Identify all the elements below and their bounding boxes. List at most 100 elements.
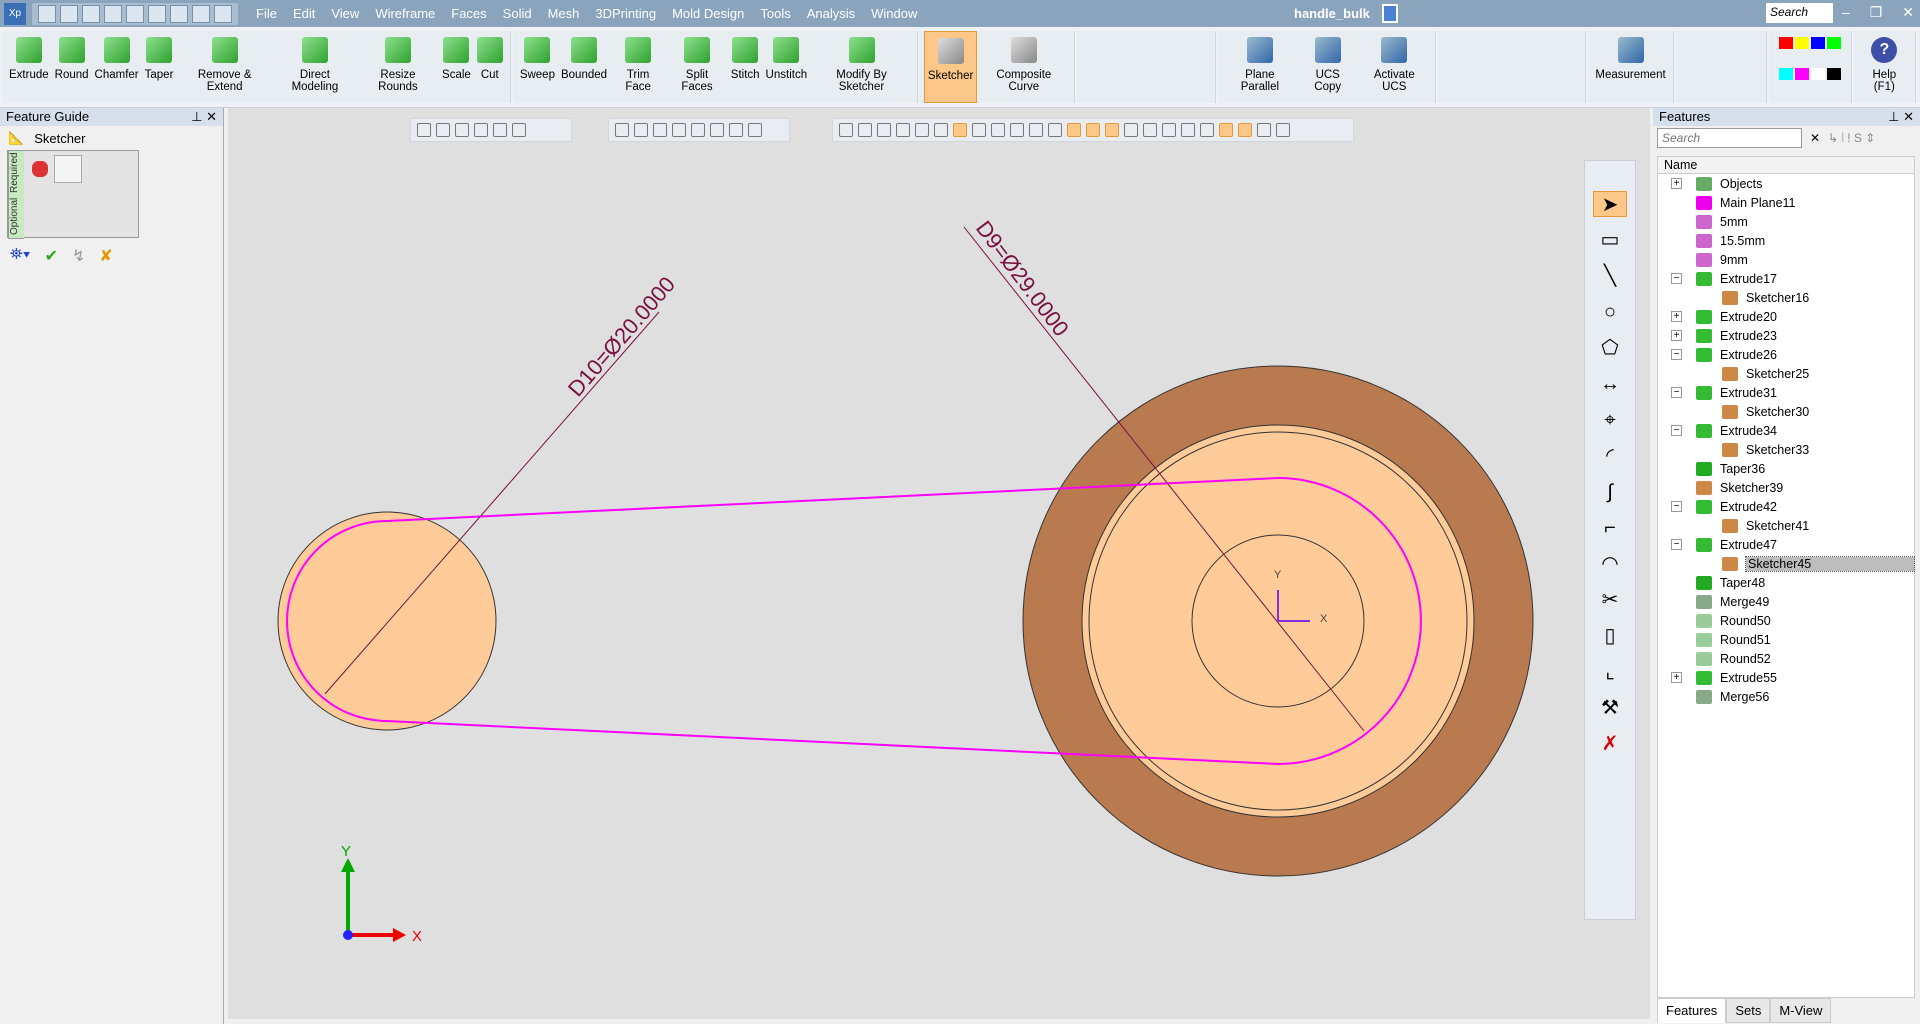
add-frame-icon[interactable]: ⌞ — [1593, 659, 1627, 685]
menu-window[interactable]: Window — [863, 6, 925, 21]
tree-item[interactable]: − Extrude17 — [1658, 269, 1914, 288]
collapse-icon[interactable]: − — [1671, 349, 1682, 360]
menu-solid[interactable]: Solid — [495, 6, 540, 21]
tree-item[interactable]: Round52 — [1658, 649, 1914, 668]
tools-icon[interactable]: ⚒ — [1593, 695, 1627, 721]
activate-ucs-button[interactable]: Activate UCS — [1358, 31, 1432, 103]
tree-item[interactable]: − Extrude26 — [1658, 345, 1914, 364]
sweep-button[interactable]: Sweep — [517, 31, 558, 103]
tab-features[interactable]: Features — [1657, 998, 1727, 1023]
ucs-copy-button[interactable]: UCS Copy — [1298, 31, 1358, 103]
pin-close-icons[interactable]: ⊥ ✕ — [1888, 109, 1914, 125]
minimize-icon[interactable]: – — [1842, 4, 1850, 21]
print-icon[interactable] — [104, 4, 122, 23]
tree-item[interactable]: + Extrude23 — [1658, 326, 1914, 345]
tree-item[interactable]: + Extrude20 — [1658, 307, 1914, 326]
tree-item[interactable]: Sketcher33 — [1658, 440, 1914, 459]
menu-edit[interactable]: Edit — [285, 6, 323, 21]
fillet-icon[interactable]: ⌐ — [1593, 515, 1627, 541]
3d-viewport[interactable]: D10=Ø20.0000 D9=Ø29.0000 Y X Y X ➤ ▭ ╲ ○… — [228, 108, 1650, 1019]
tree-item[interactable]: Sketcher39 — [1658, 478, 1914, 497]
taper-button[interactable]: Taper — [142, 31, 177, 103]
global-search[interactable]: Search — [1766, 3, 1833, 23]
menu-analysis[interactable]: Analysis — [799, 6, 863, 21]
ok-icon[interactable]: ✔ — [45, 246, 58, 266]
point-icon[interactable]: ⌖ — [1593, 407, 1627, 433]
tree-item[interactable]: Merge49 — [1658, 592, 1914, 611]
tree-item[interactable]: Sketcher41 — [1658, 516, 1914, 535]
chamfer-button[interactable]: Chamfer — [92, 31, 142, 103]
undo-icon[interactable] — [170, 4, 188, 23]
color-swatch[interactable] — [1810, 37, 1825, 49]
tree-item[interactable]: Sketcher45 — [1658, 554, 1915, 573]
color-swatch[interactable] — [1826, 68, 1841, 80]
polygon-icon[interactable]: ⬠ — [1593, 335, 1627, 361]
dimension-d10[interactable]: D10=Ø20.0000 — [563, 272, 680, 401]
modify-by-sketcher-button[interactable]: Modify By Sketcher — [810, 31, 913, 103]
tree-item[interactable]: − Extrude47 — [1658, 535, 1914, 554]
trim-face-button[interactable]: Trim Face — [610, 31, 666, 103]
rectangle-icon[interactable]: ▭ — [1593, 227, 1627, 253]
scale-button[interactable]: Scale — [439, 31, 474, 103]
tree-item[interactable]: − Extrude34 — [1658, 421, 1914, 440]
expand-icon[interactable]: + — [1671, 330, 1682, 341]
open-icon[interactable] — [60, 4, 78, 23]
plane-select-icon[interactable] — [32, 161, 48, 177]
collapse-icon[interactable]: − — [1671, 539, 1682, 550]
menu-view[interactable]: View — [323, 6, 367, 21]
color-swatch[interactable] — [1778, 68, 1793, 80]
composite-curve-button[interactable]: Composite Curve — [977, 31, 1070, 103]
color-swatch[interactable] — [1826, 37, 1841, 49]
tree-item[interactable]: Taper36 — [1658, 459, 1914, 478]
dimension-icon[interactable]: ↔ — [1593, 371, 1627, 397]
tree-item[interactable]: − Extrude42 — [1658, 497, 1914, 516]
expand-icon[interactable]: + — [1671, 672, 1682, 683]
tree-item[interactable]: Merge56 — [1658, 687, 1914, 706]
name-column-header[interactable]: Name — [1658, 157, 1914, 174]
resize-rounds-button[interactable]: Resize Rounds — [357, 31, 439, 103]
close-icon[interactable]: ✕ — [1902, 4, 1914, 21]
split-faces-button[interactable]: Split Faces — [666, 31, 728, 103]
help-button[interactable]: ? Help (F1) — [1858, 31, 1911, 103]
optional-tab[interactable]: Optional — [8, 195, 24, 239]
tree-item[interactable]: 9mm — [1658, 250, 1914, 269]
color-swatch[interactable] — [1794, 37, 1809, 49]
menu-faces[interactable]: Faces — [443, 6, 494, 21]
trim-icon[interactable]: ✂ — [1593, 587, 1627, 613]
circle-icon[interactable]: ○ — [1593, 299, 1627, 325]
spline-icon[interactable]: ∫ — [1593, 479, 1627, 505]
sketch-edit-icon[interactable] — [54, 155, 82, 183]
stitch-button[interactable]: Stitch — [728, 31, 763, 103]
collapse-icon[interactable]: − — [1671, 387, 1682, 398]
tree-item[interactable]: + Extrude55 — [1658, 668, 1914, 687]
expand-icon[interactable]: + — [1671, 311, 1682, 322]
offset-icon[interactable]: ◠ — [1593, 551, 1627, 577]
color-swatch[interactable] — [1810, 68, 1825, 80]
expand-icon[interactable]: + — [1671, 178, 1682, 189]
menu-file[interactable]: File — [248, 6, 285, 21]
collapse-icon[interactable]: − — [1671, 273, 1682, 284]
tree-item[interactable]: Sketcher16 — [1658, 288, 1914, 307]
tree-item[interactable]: Taper48 — [1658, 573, 1914, 592]
line-icon[interactable]: ╲ — [1593, 263, 1627, 289]
tree-item[interactable]: − Extrude31 — [1658, 383, 1914, 402]
tree-item[interactable]: 15.5mm — [1658, 231, 1914, 250]
color-swatch[interactable] — [1794, 68, 1809, 80]
apply-icon[interactable]: ↯ — [72, 246, 85, 266]
tab-sets[interactable]: Sets — [1726, 998, 1771, 1023]
tree-item[interactable]: 5mm — [1658, 212, 1914, 231]
exit-icon[interactable]: ✘ — [99, 246, 112, 266]
delete-curve-icon[interactable]: ✗ — [1593, 731, 1627, 757]
new-icon[interactable] — [82, 4, 100, 23]
menu-wireframe[interactable]: Wireframe — [367, 6, 443, 21]
menu-tools[interactable]: Tools — [752, 6, 798, 21]
features-search-input[interactable] — [1657, 128, 1802, 148]
plane-parallel-button[interactable]: Plane Parallel — [1222, 31, 1298, 103]
tree-item[interactable]: Sketcher25 — [1658, 364, 1914, 383]
collapse-icon[interactable]: − — [1671, 425, 1682, 436]
dimension-d9[interactable]: D9=Ø29.0000 — [971, 216, 1074, 341]
tree-item[interactable]: Round51 — [1658, 630, 1914, 649]
round-button[interactable]: Round — [52, 31, 92, 103]
save-state-icon[interactable] — [1382, 4, 1398, 23]
required-tab[interactable]: Required — [8, 151, 24, 195]
